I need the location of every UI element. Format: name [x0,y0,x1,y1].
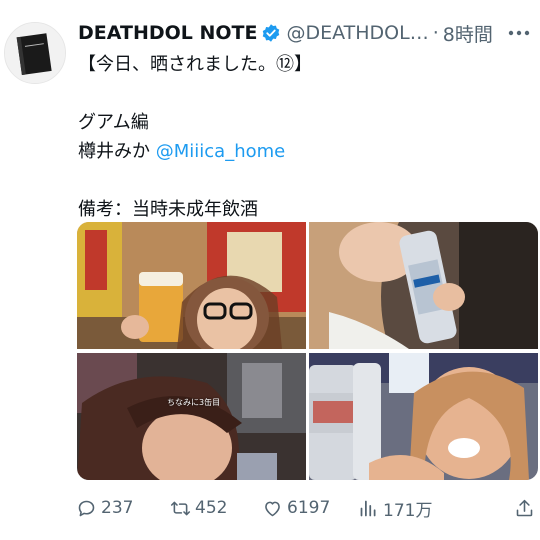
media-photo-2[interactable] [309,222,538,349]
reply-count: 237 [101,498,134,518]
verified-badge-icon [261,23,281,43]
tweet-text: 【今日、晒されました。⑫】 グアム編 樽井みか @Miiica_home 備考：… [78,50,528,224]
reply-button[interactable]: 237 [76,494,133,522]
like-button[interactable]: 6197 [262,494,330,522]
retweet-icon [170,501,191,515]
media-grid: ちなみに3缶目 [77,222,538,480]
views-count: 171万 [383,500,433,521]
text-line: 備考：当時未成年飲酒 [78,199,258,220]
mention-link[interactable]: @Miiica_home [156,141,286,162]
like-count: 6197 [287,498,331,518]
image-caption: ちなみに3缶目 [167,398,221,407]
share-button[interactable] [514,494,539,522]
retweet-button[interactable]: 452 [170,494,227,522]
views-icon [360,500,376,516]
text-line: 【今日、晒されました。⑫】 [78,54,312,75]
death-note-book-icon [5,23,65,83]
retweet-count: 452 [195,498,228,518]
media-photo-1[interactable] [77,222,306,349]
share-icon [516,499,533,516]
heart-icon [265,501,280,516]
media-photo-3[interactable]: ちなみに3缶目 [77,353,306,480]
text-line [78,79,528,108]
reply-icon [78,500,95,516]
text-line: グアム編 [78,112,149,133]
media-photo-4[interactable] [309,353,538,480]
text-line: 樽井みか @Miiica_home [78,137,528,166]
tweet-header: DEATHDOL NOTE @DEATHDOL… · 8時間 [78,18,528,48]
display-name[interactable]: DEATHDOL NOTE [78,22,257,44]
views-button[interactable]: 171万 [358,494,432,522]
handle[interactable]: @DEATHDOL… [286,22,428,44]
timestamp[interactable]: 8時間 [443,20,493,47]
person-name: 樽井みか [78,141,156,162]
avatar[interactable] [4,22,66,84]
text-line [78,166,528,195]
more-icon[interactable] [502,18,536,48]
action-bar: 237 452 6197 171万 [74,494,540,522]
separator-dot: · [432,22,439,44]
